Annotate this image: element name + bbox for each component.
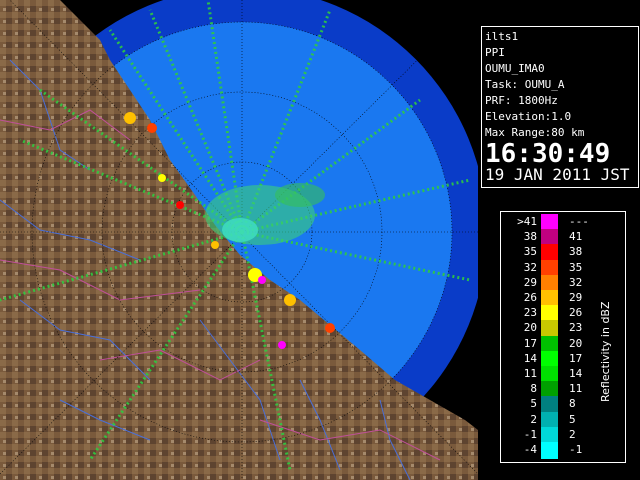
legend-lower-bound: 26 [523, 291, 537, 304]
legend-upper-bound: 2 [569, 427, 576, 441]
legend-lower-bound: -4 [523, 443, 537, 456]
legend-lower-bound: 35 [523, 245, 537, 259]
legend-upper-bound: 14 [569, 367, 583, 380]
info-line-elevation: Elevation:1.0 [485, 110, 572, 123]
legend-lower-bound: 32 [523, 260, 537, 274]
legend-upper-bound: 20 [569, 336, 583, 350]
legend-upper-bound: 41 [569, 230, 583, 244]
radar-info-panel: ilts1 PPI OUMU_IMA0 Task: OUMU_A PRF: 18… [481, 26, 639, 188]
info-line-prf: PRF: 1800Hz [485, 94, 558, 107]
legend-upper-bound: 38 [569, 245, 583, 259]
legend-title: Reflectivity in dBZ [599, 301, 612, 402]
legend-lower-bound: 38 [523, 230, 537, 244]
legend-upper-bound: 32 [569, 275, 583, 289]
legend-lower-bound: >41 [517, 215, 537, 228]
legend-swatch [541, 442, 558, 459]
legend-upper-bound: 29 [569, 291, 583, 304]
legend-lower-bound: 2 [530, 412, 537, 426]
info-line-task: Task: OUMU_A [485, 78, 565, 91]
legend-lower-bound: 5 [530, 397, 537, 411]
legend-lower-bound: 23 [523, 306, 537, 320]
legend-upper-bound: 35 [569, 260, 583, 274]
legend-lower-bound: -1 [523, 427, 537, 441]
info-line-site: OUMU_IMA0 [485, 62, 545, 75]
info-line-mode: PPI [485, 46, 505, 59]
legend-lower-bound: 14 [523, 351, 537, 365]
legend-upper-bound: 23 [569, 321, 583, 335]
reflectivity-legend: >41 --- 38 41 35 38 32 35 29 32 26 29 23 26 20 23 17 20 14… [500, 211, 626, 463]
legend-upper-bound: 17 [569, 351, 583, 365]
legend-lower-bound: 29 [523, 275, 537, 289]
legend-lower-bound: 20 [523, 321, 537, 335]
legend-upper-bound: 5 [569, 412, 576, 426]
legend-lower-bound: 17 [523, 336, 537, 350]
info-line-max-range: Max Range:80 km [485, 126, 585, 139]
legend-upper-bound: 26 [569, 306, 583, 320]
legend-upper-bound: 8 [569, 397, 576, 411]
legend-upper-bound: --- [569, 215, 589, 228]
observation-time: 16:30:49 [485, 139, 611, 169]
legend-lower-bound: 11 [523, 367, 537, 380]
legend-lower-bound: 8 [530, 382, 537, 396]
legend-upper-bound: -1 [569, 443, 583, 456]
observation-date: 19 JAN 2011 JST [485, 165, 630, 184]
legend-upper-bound: 11 [569, 382, 583, 396]
radar-ppi-display [0, 0, 478, 480]
info-line-station: ilts1 [485, 30, 519, 43]
